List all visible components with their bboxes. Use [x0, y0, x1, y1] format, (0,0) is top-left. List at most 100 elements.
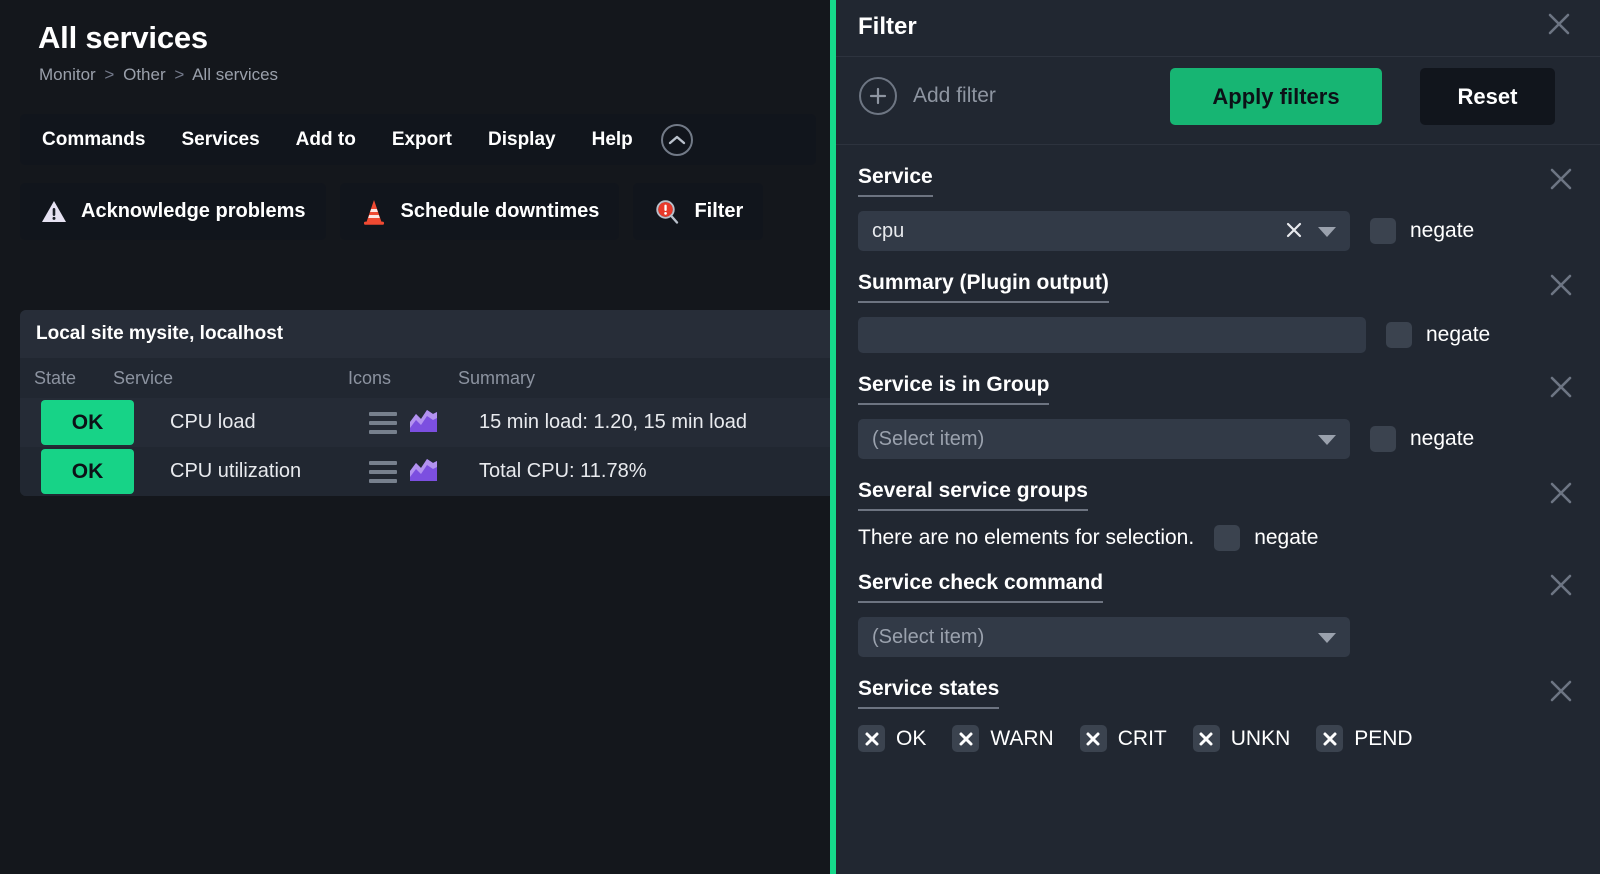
- negate-label: negate: [1254, 526, 1319, 549]
- state-label: OK: [896, 726, 927, 750]
- state-label: PEND: [1354, 726, 1413, 750]
- clear-icon[interactable]: [1284, 220, 1304, 240]
- service-check-command-select[interactable]: (Select item): [858, 617, 1350, 657]
- menu-item-services[interactable]: Services: [165, 114, 275, 165]
- filter-panel-title: Filter: [858, 13, 917, 40]
- status-badge[interactable]: OK: [41, 400, 134, 445]
- check-x-icon: [858, 725, 885, 752]
- column-header-state[interactable]: State: [20, 368, 113, 389]
- state-checkbox-crit[interactable]: CRIT: [1079, 725, 1167, 752]
- app-root: All services Monitor > Other > All servi…: [0, 0, 1600, 874]
- service-select[interactable]: cpu: [858, 211, 1350, 251]
- menu-item-help[interactable]: Help: [576, 114, 649, 165]
- remove-filter-icon[interactable]: [1547, 479, 1575, 507]
- remove-filter-icon[interactable]: [1547, 571, 1575, 599]
- chevron-down-icon[interactable]: [1318, 227, 1336, 237]
- filter-group-controls: (Select item): [858, 617, 1578, 657]
- warning-triangle-icon: [40, 198, 68, 226]
- service-group-select[interactable]: (Select item): [858, 419, 1350, 459]
- breadcrumb-separator: >: [174, 65, 185, 84]
- table-title: Local site mysite, localhost: [20, 310, 836, 358]
- breadcrumb-item-0[interactable]: Monitor: [39, 65, 96, 84]
- filter-group-service-check-command: Service check command (Select item): [858, 571, 1578, 657]
- breadcrumb-item-1[interactable]: Other: [123, 65, 166, 84]
- state-checkbox-warn[interactable]: WARN: [952, 725, 1054, 752]
- schedule-downtimes-button[interactable]: Schedule downtimes: [339, 183, 620, 240]
- filter-group-controls: negate: [858, 317, 1578, 353]
- menu-item-export[interactable]: Export: [376, 114, 468, 165]
- column-header-service[interactable]: Service: [113, 368, 348, 389]
- filter-panel-actions: Add filter Apply filters Reset: [836, 57, 1600, 145]
- breadcrumb-item-2[interactable]: All services: [192, 65, 278, 84]
- negate-checkbox-service[interactable]: [1370, 218, 1396, 244]
- breadcrumb-separator: >: [104, 65, 115, 84]
- table-row[interactable]: OK CPU load 15 min load: 1.20, 15 min lo…: [20, 398, 836, 447]
- row-icons: [369, 455, 479, 488]
- services-table: Local site mysite, localhost State Servi…: [20, 310, 836, 496]
- filter-group-label: Summary (Plugin output): [858, 271, 1109, 303]
- state-label: CRIT: [1117, 726, 1167, 750]
- state-checkbox-ok[interactable]: OK: [858, 725, 926, 752]
- reset-button[interactable]: Reset: [1420, 68, 1555, 125]
- menu-item-add-to[interactable]: Add to: [280, 114, 372, 165]
- column-header-summary[interactable]: Summary: [458, 368, 836, 389]
- filter-search-alert-icon: [653, 198, 681, 226]
- service-name[interactable]: CPU utilization: [134, 460, 369, 483]
- filter-panel-body: Service cpu negate Summary (Plugin outpu…: [836, 165, 1600, 752]
- state-checkbox-pend[interactable]: PEND: [1316, 725, 1413, 752]
- summary-input[interactable]: [858, 317, 1366, 353]
- filter-button[interactable]: Filter: [633, 183, 764, 240]
- negate-checkbox-summary[interactable]: [1386, 322, 1412, 348]
- status-badge[interactable]: OK: [41, 449, 134, 494]
- graph-icon[interactable]: [408, 455, 439, 488]
- chevron-down-icon[interactable]: [1318, 435, 1336, 445]
- service-summary: Total CPU: 11.78%: [479, 460, 647, 482]
- filter-group-label: Several service groups: [858, 479, 1088, 511]
- filter-group-label: Service check command: [858, 571, 1104, 603]
- table-row[interactable]: OK CPU utilization Total CPU: 11.78%: [20, 447, 836, 496]
- close-icon[interactable]: [1544, 9, 1574, 39]
- check-x-icon: [952, 725, 980, 752]
- menu-icon[interactable]: [369, 411, 397, 434]
- remove-filter-icon[interactable]: [1547, 677, 1575, 705]
- no-elements-text: There are no elements for selection.: [858, 526, 1195, 549]
- table-header-row: State Service Icons Summary: [20, 358, 836, 398]
- acknowledge-problems-button[interactable]: Acknowledge problems: [20, 183, 326, 240]
- negate-label: negate: [1410, 219, 1475, 242]
- filter-group-service: Service cpu negate: [858, 165, 1578, 251]
- filter-group-service-in-group: Service is in Group (Select item) negate: [858, 373, 1578, 459]
- column-header-icons[interactable]: Icons: [348, 368, 458, 389]
- filter-group-controls: cpu negate: [858, 211, 1578, 251]
- filter-group-controls: (Select item) negate: [858, 419, 1578, 459]
- negate-checkbox-several-groups[interactable]: [1214, 525, 1241, 551]
- chevron-up-icon[interactable]: [660, 123, 693, 156]
- remove-filter-icon[interactable]: [1547, 165, 1575, 193]
- chevron-down-icon[interactable]: [1318, 633, 1336, 643]
- menu-item-display[interactable]: Display: [472, 114, 572, 165]
- menu-item-commands[interactable]: Commands: [26, 114, 161, 165]
- remove-filter-icon[interactable]: [1547, 373, 1575, 401]
- filter-panel-header: Filter: [836, 0, 1600, 57]
- add-filter-label: Add filter: [913, 84, 996, 107]
- filter-group-several-service-groups: Several service groups There are no elem…: [858, 479, 1578, 551]
- filter-group-label: Service states: [858, 677, 1000, 709]
- service-states-row: OK WARN CRIT UNKN PEND: [858, 725, 1578, 752]
- menu-icon[interactable]: [369, 460, 397, 483]
- state-checkbox-unkn[interactable]: UNKN: [1192, 725, 1290, 752]
- apply-filters-button[interactable]: Apply filters: [1170, 68, 1382, 125]
- check-x-icon: [1079, 725, 1107, 752]
- service-summary: 15 min load: 1.20, 15 min load: [479, 411, 747, 433]
- negate-label: negate: [1410, 427, 1475, 450]
- service-group-placeholder: (Select item): [872, 427, 985, 450]
- add-filter-button[interactable]: Add filter: [859, 77, 996, 115]
- service-name[interactable]: CPU load: [134, 411, 369, 434]
- filter-group-service-states: Service states OK WARN CRIT UNKN PEND: [858, 677, 1578, 752]
- remove-filter-icon[interactable]: [1547, 271, 1575, 299]
- negate-checkbox-service-group[interactable]: [1370, 426, 1396, 452]
- service-check-command-placeholder: (Select item): [872, 625, 985, 648]
- graph-icon[interactable]: [408, 406, 439, 439]
- negate-label: negate: [1426, 323, 1491, 346]
- plus-icon: [859, 77, 897, 115]
- filter-panel: Filter Add filter Apply filters Reset Se…: [830, 0, 1600, 874]
- acknowledge-problems-label: Acknowledge problems: [81, 200, 306, 222]
